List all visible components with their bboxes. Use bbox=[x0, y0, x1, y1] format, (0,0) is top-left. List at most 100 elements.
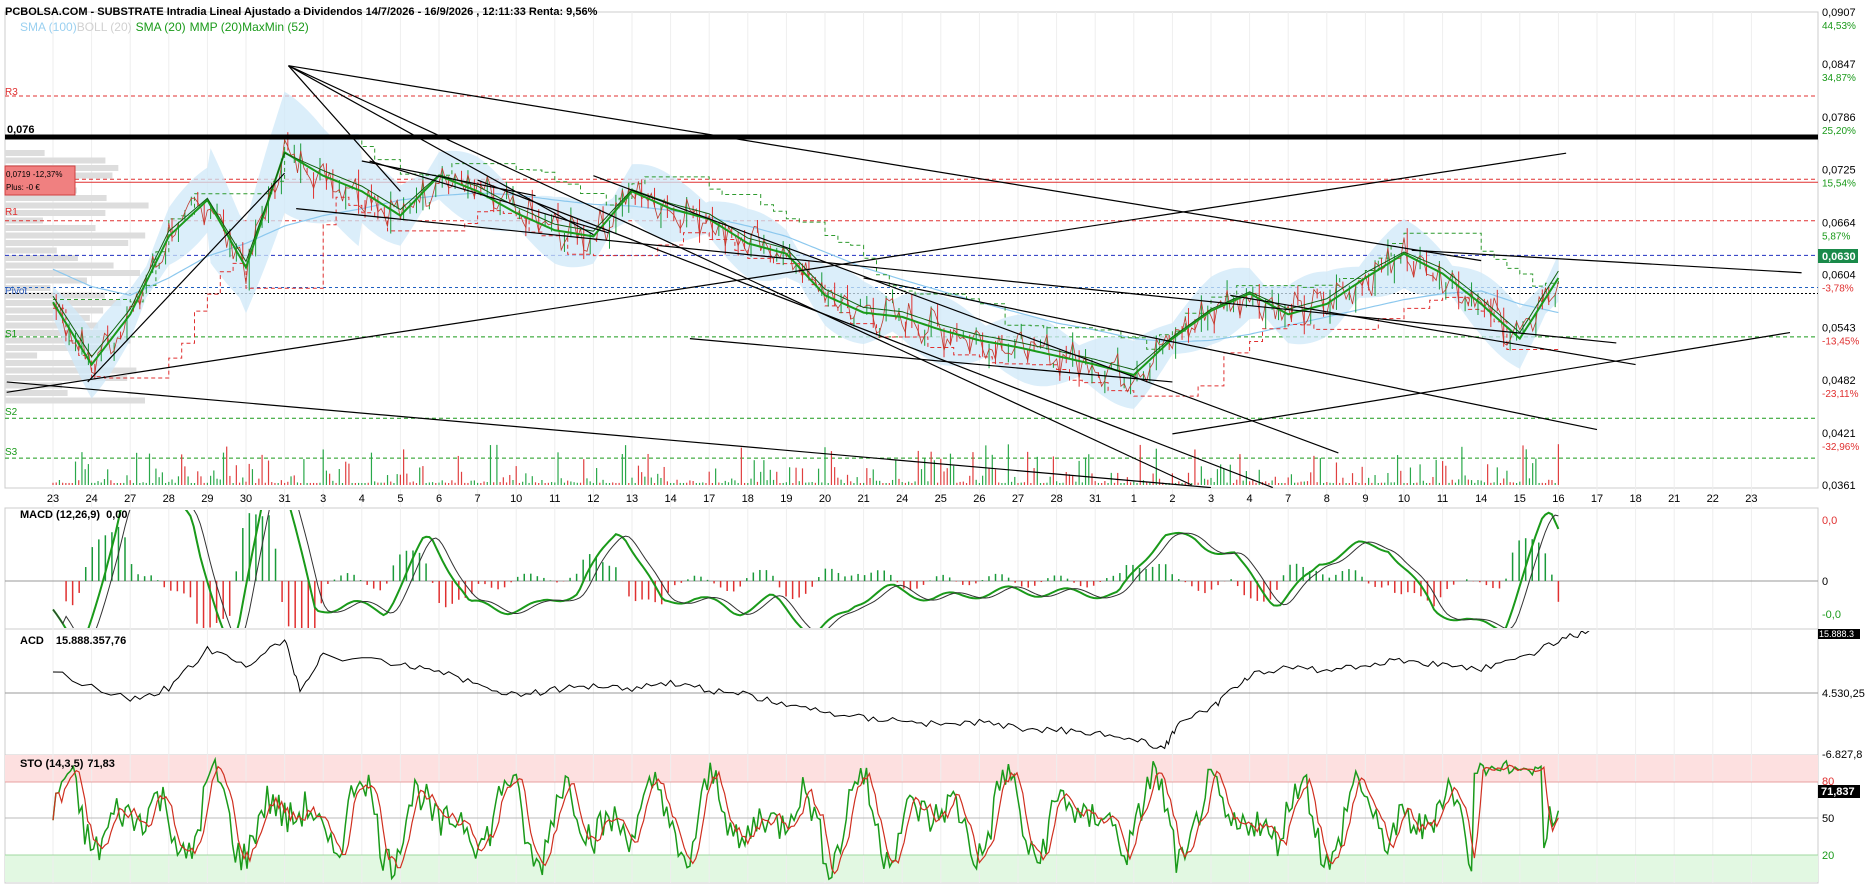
legend-maxmin52: MaxMin (52) bbox=[242, 20, 309, 34]
x-tick-label: 12 bbox=[587, 493, 599, 505]
legend-boll20: BOLL (20) bbox=[77, 20, 132, 34]
x-tick-label: 19 bbox=[780, 493, 792, 505]
acd-axis-bot: -6.827,8 bbox=[1822, 749, 1862, 761]
x-tick-label: 23 bbox=[1745, 493, 1757, 505]
x-tick-label: 27 bbox=[124, 493, 136, 505]
macd-axis-mid: 0 bbox=[1822, 576, 1828, 588]
x-tick-label: 23 bbox=[47, 493, 59, 505]
volume-profile-bar bbox=[5, 157, 106, 164]
macd-name: MACD (12,26,9) bbox=[20, 509, 100, 521]
x-tick-label: 28 bbox=[163, 493, 175, 505]
x-tick-label: 26 bbox=[973, 493, 985, 505]
price-axis-value: 0,0482 bbox=[1822, 375, 1856, 387]
volume-profile-bar bbox=[5, 262, 114, 269]
volume-profile-bar bbox=[5, 397, 145, 404]
legend-mmp20: MMP (20) bbox=[190, 20, 242, 34]
volume-profile-bar bbox=[5, 150, 45, 156]
label-s1: S1 bbox=[5, 329, 18, 340]
acd-panel bbox=[4, 628, 1819, 756]
price-axis-pct: 44,53% bbox=[1822, 21, 1856, 32]
price-axis-pct: 25,20% bbox=[1822, 126, 1856, 137]
macd-value: 0,00 bbox=[106, 509, 127, 521]
x-tick-label: 22 bbox=[1707, 493, 1719, 505]
x-tick-label: 17 bbox=[1591, 493, 1603, 505]
volume-profile-bar bbox=[5, 247, 57, 254]
x-tick-label: 7 bbox=[475, 493, 481, 505]
sto-axis-50: 50 bbox=[1822, 813, 1834, 825]
x-tick-label: 13 bbox=[626, 493, 638, 505]
x-tick-label: 17 bbox=[703, 493, 715, 505]
acd-axis-mid: 4.530,25 bbox=[1822, 688, 1865, 700]
label-s2: S2 bbox=[5, 407, 18, 418]
volume-profile-bar bbox=[5, 367, 137, 374]
x-tick-label: 30 bbox=[240, 493, 252, 505]
label-pivot: Pivot bbox=[5, 286, 27, 297]
price-axis-value: 0,0421 bbox=[1822, 428, 1856, 440]
volume-profile-bar bbox=[5, 195, 107, 201]
x-tick-label: 11 bbox=[549, 493, 560, 505]
label-s3: S3 bbox=[5, 447, 18, 458]
x-tick-label: 16 bbox=[1552, 493, 1564, 505]
macd-axis-bot: -0,0 bbox=[1822, 609, 1841, 621]
x-tick-label: 5 bbox=[397, 493, 403, 505]
volume-profile-bar bbox=[5, 210, 106, 216]
x-tick-label: 14 bbox=[664, 493, 676, 505]
x-tick-label: 18 bbox=[1629, 493, 1641, 505]
volume-profile-bar bbox=[5, 270, 141, 276]
price-axis-value: 0,0604 bbox=[1822, 269, 1856, 281]
volume-profile-bar bbox=[5, 202, 149, 209]
volume-profile-bar bbox=[5, 232, 146, 239]
price-axis-pct: 34,87% bbox=[1822, 73, 1856, 84]
sto-value: 71,83 bbox=[87, 758, 115, 770]
acd-axis-top: 15.888.3 bbox=[1819, 629, 1854, 639]
x-tick-label: 3 bbox=[1208, 493, 1214, 505]
price-axis-pct: -13,45% bbox=[1822, 336, 1859, 347]
price-axis-value: 0,0664 bbox=[1822, 218, 1856, 230]
x-tick-label: 6 bbox=[436, 493, 442, 505]
acd-value: 15.888.357,76 bbox=[56, 635, 126, 647]
x-tick-label: 21 bbox=[857, 493, 869, 505]
volume-profile-bar bbox=[5, 225, 96, 231]
price-axis-pct: -23,11% bbox=[1822, 389, 1859, 400]
price-axis-value: 0,0847 bbox=[1822, 59, 1856, 71]
macd-label: MACD (12,26,9) 0,00 bbox=[20, 509, 128, 521]
x-tick-label: 24 bbox=[896, 493, 908, 505]
sto-oversold-zone bbox=[5, 855, 1818, 882]
x-tick-label: 8 bbox=[1324, 493, 1330, 505]
current-price-value: 0,0630 bbox=[1822, 251, 1856, 263]
price-box-line1: 0,0719 -12,37% bbox=[6, 170, 63, 179]
legend-sma100: SMA (100) bbox=[20, 20, 77, 34]
price-axis-value: 0,0543 bbox=[1822, 322, 1856, 334]
x-tick-label: 1 bbox=[1131, 493, 1137, 505]
x-tick-label: 14 bbox=[1475, 493, 1487, 505]
x-tick-label: 18 bbox=[742, 493, 754, 505]
price-axis-pct: 5,87% bbox=[1822, 232, 1850, 243]
macd-axis-top: 0,0 bbox=[1822, 515, 1837, 527]
x-tick-label: 21 bbox=[1668, 493, 1680, 505]
acd-name: ACD bbox=[20, 635, 44, 647]
sto-name: STO (14,3,5) bbox=[20, 758, 84, 770]
x-tick-label: 24 bbox=[85, 493, 97, 505]
x-tick-label: 20 bbox=[819, 493, 831, 505]
x-tick-label: 9 bbox=[1362, 493, 1368, 505]
volume-profile-bar bbox=[5, 352, 38, 359]
price-axis-pct: -32,96% bbox=[1822, 442, 1859, 453]
price-box-line2: Plus: -0 € bbox=[6, 183, 40, 192]
x-tick-label: 11 bbox=[1437, 493, 1448, 505]
label-r3: R3 bbox=[5, 87, 18, 98]
x-tick-label: 4 bbox=[1247, 493, 1253, 505]
volume-profile-bar bbox=[5, 375, 128, 381]
price-axis-pct: -3,78% bbox=[1822, 283, 1854, 294]
x-tick-label: 2 bbox=[1169, 493, 1175, 505]
acd-label: ACD 15.888.357,76 bbox=[20, 635, 126, 647]
x-tick-label: 31 bbox=[278, 493, 290, 505]
sto-overbought-zone bbox=[5, 755, 1818, 782]
x-tick-label: 25 bbox=[935, 493, 947, 505]
x-tick-label: 3 bbox=[320, 493, 326, 505]
price-axis-value: 0,0361 bbox=[1822, 480, 1856, 492]
x-tick-label: 15 bbox=[1514, 493, 1526, 505]
x-tick-label: 27 bbox=[1012, 493, 1024, 505]
stock-chart[interactable]: 0,076 0,0719 -12,37% Plus: -0 € R3 R1 Pi… bbox=[0, 0, 1872, 885]
volume-profile-bar bbox=[5, 240, 129, 246]
price-axis-value: 0,0786 bbox=[1822, 112, 1856, 124]
